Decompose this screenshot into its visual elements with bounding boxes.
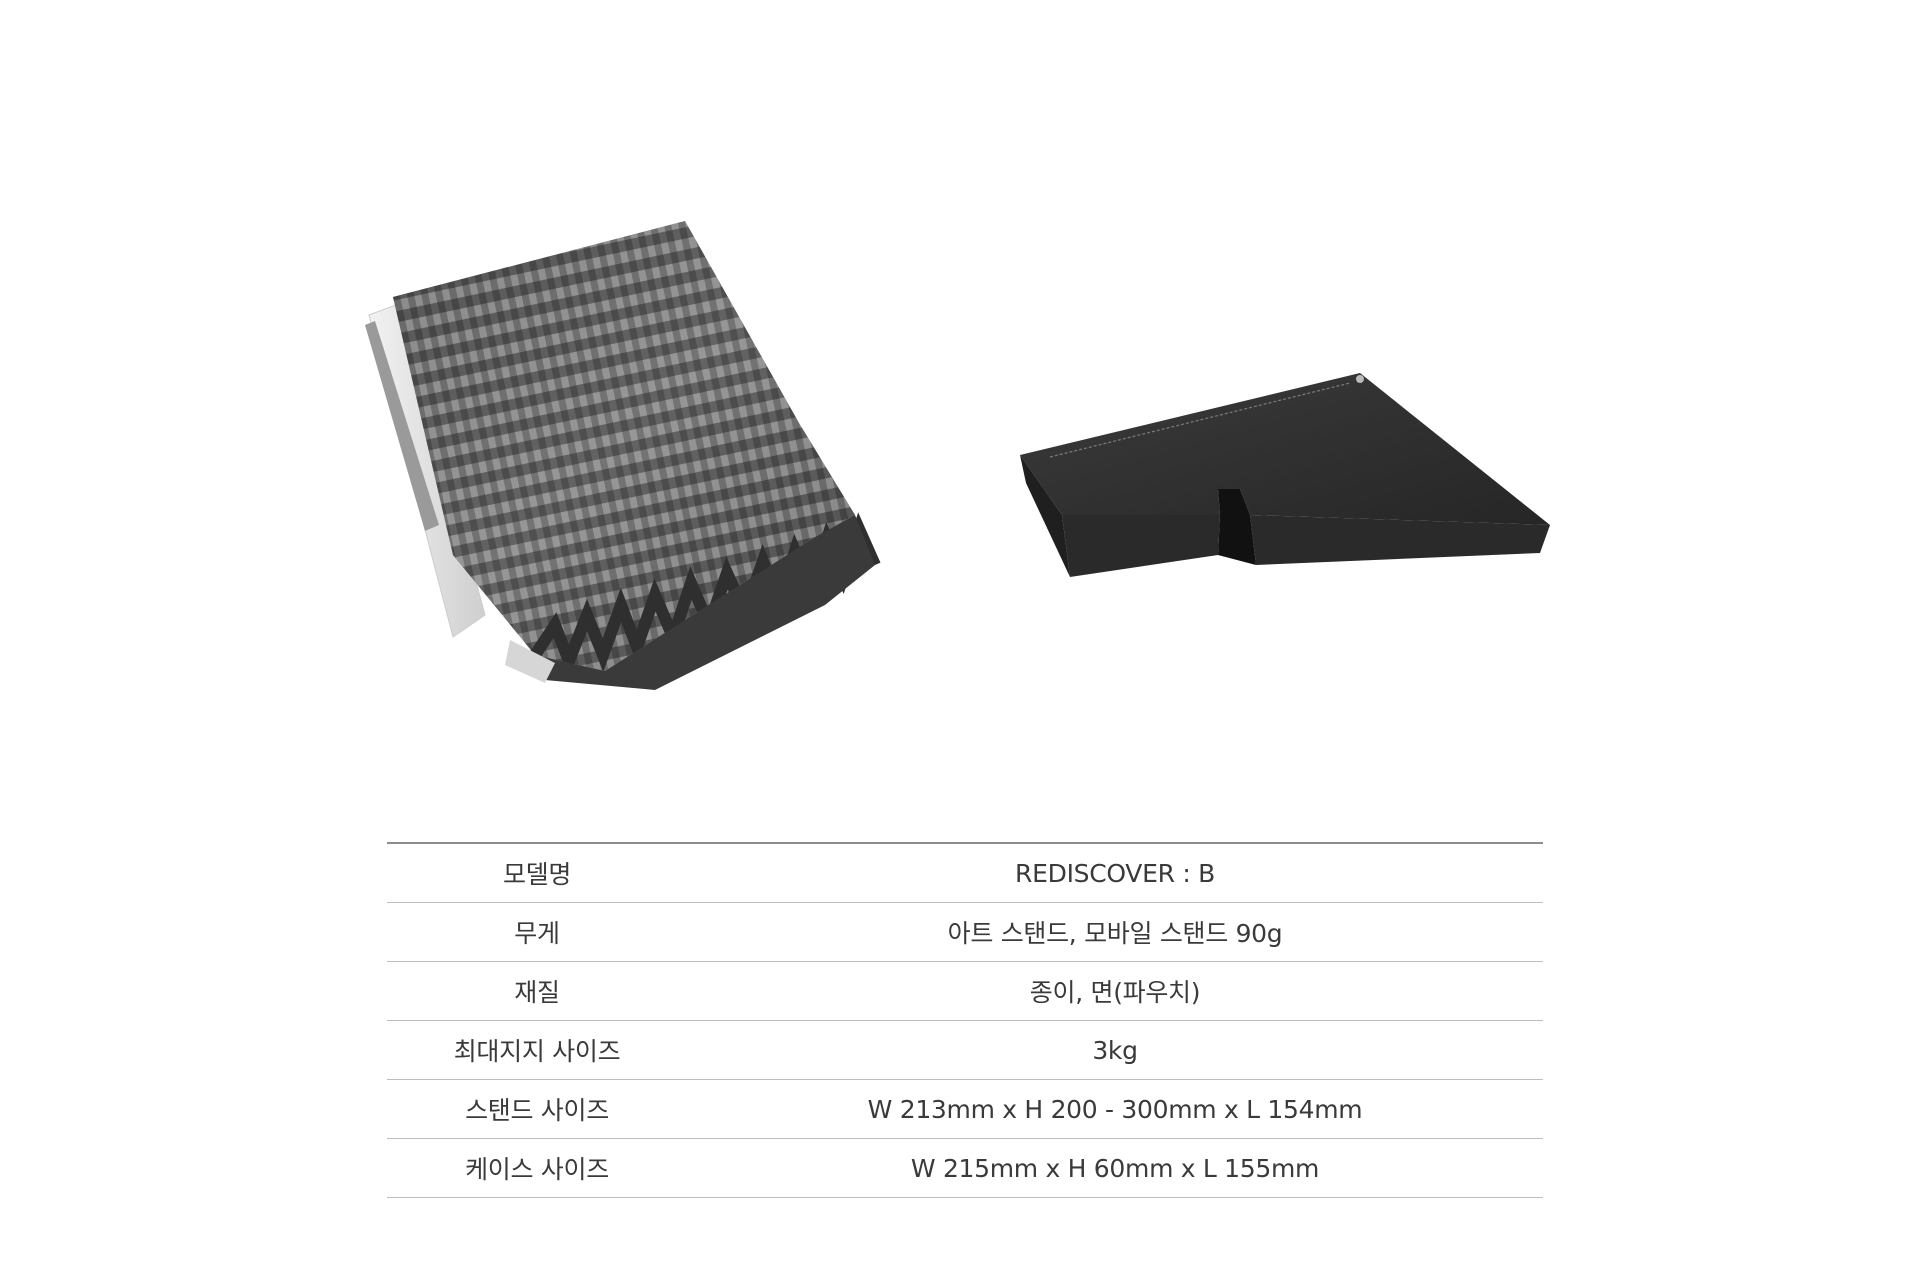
spec-row-model: 모델명 REDISCOVER : B <box>387 843 1543 903</box>
spec-row-weight: 무게 아트 스탠드, 모바일 스탠드 90g <box>387 902 1543 962</box>
spec-row-stand-size: 스탠드 사이즈 W 213mm x H 200 - 300mm x L 154m… <box>387 1079 1543 1139</box>
spec-label: 최대지지 사이즈 <box>387 1020 687 1080</box>
spec-label: 무게 <box>387 902 687 962</box>
stand-image <box>365 221 881 690</box>
spec-value: 3kg <box>687 1020 1543 1080</box>
spec-label: 모델명 <box>387 843 687 903</box>
spec-row-case-size: 케이스 사이즈 W 215mm x H 60mm x L 155mm <box>387 1138 1543 1198</box>
spec-label: 케이스 사이즈 <box>387 1138 687 1198</box>
spec-table: 모델명 REDISCOVER : B 무게 아트 스탠드, 모바일 스탠드 90… <box>387 842 1543 1198</box>
spec-label: 재질 <box>387 961 687 1021</box>
spec-value: 아트 스탠드, 모바일 스탠드 90g <box>687 902 1543 962</box>
product-images <box>0 0 1920 760</box>
spec-value: REDISCOVER : B <box>687 843 1543 903</box>
case-image <box>1020 373 1550 577</box>
spec-value: W 215mm x H 60mm x L 155mm <box>687 1138 1543 1198</box>
spec-value: W 213mm x H 200 - 300mm x L 154mm <box>687 1079 1543 1139</box>
spec-value: 종이, 면(파우치) <box>687 961 1543 1021</box>
spec-row-max-load: 최대지지 사이즈 3kg <box>387 1020 1543 1080</box>
spec-label: 스탠드 사이즈 <box>387 1079 687 1139</box>
spec-row-material: 재질 종이, 면(파우치) <box>387 961 1543 1021</box>
